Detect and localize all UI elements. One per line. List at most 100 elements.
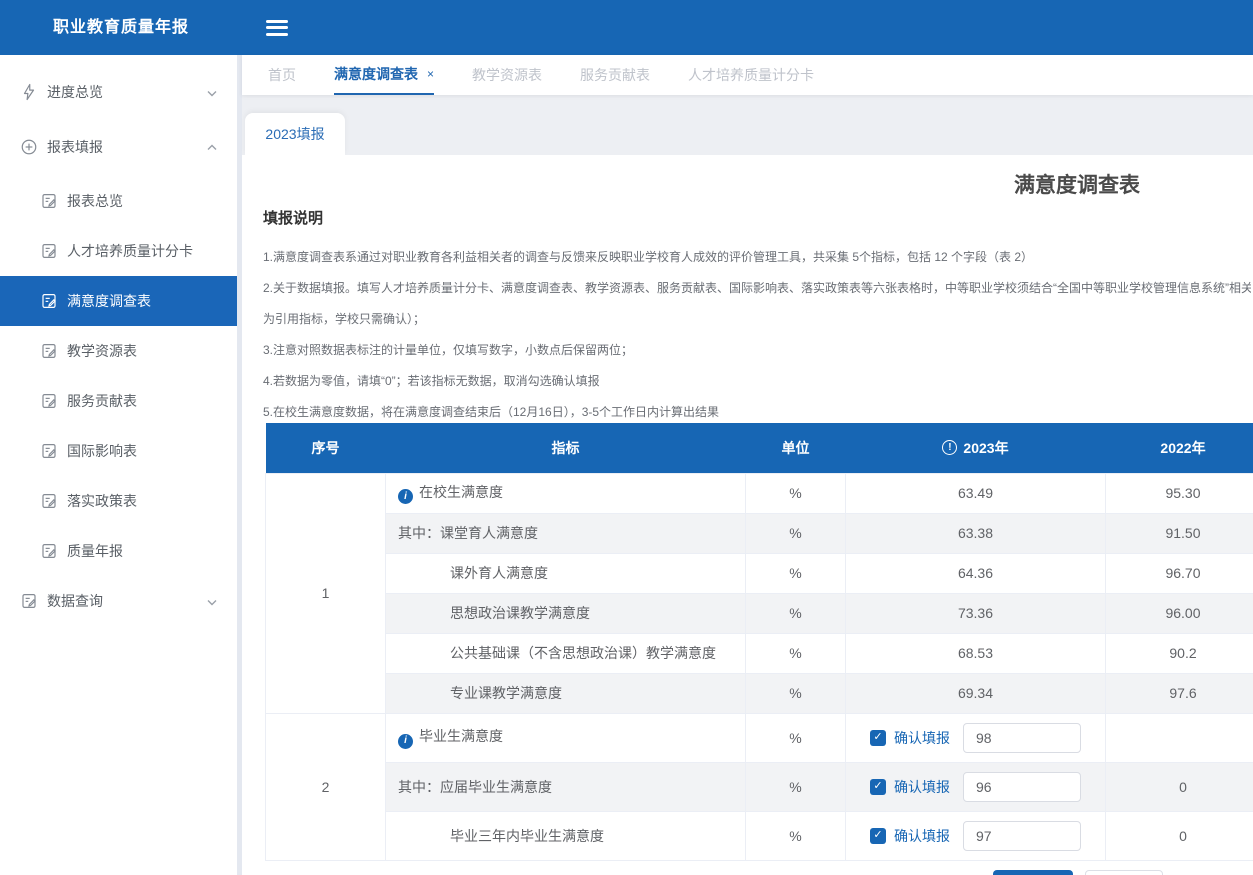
table-row: 专业课教学满意度 % 69.34 97.6 xyxy=(266,673,1253,713)
form-icon xyxy=(40,292,58,310)
sidebar-item-international-influence[interactable]: 国际影响表 xyxy=(0,426,242,476)
value-input[interactable] xyxy=(963,821,1081,851)
sidebar-item-policy-implementation[interactable]: 落实政策表 xyxy=(0,476,242,526)
form-icon xyxy=(40,342,58,360)
value-input[interactable] xyxy=(963,772,1081,802)
value-2023-cell: 69.34 xyxy=(846,673,1106,713)
table-row: 其中：课堂育人满意度 % 63.38 91.50 xyxy=(266,513,1253,553)
value-2023-cell: 63.49 xyxy=(846,473,1106,513)
close-icon[interactable]: × xyxy=(427,67,434,81)
table-row: 毕业三年内毕业生满意度 % 确认填报 0 xyxy=(266,811,1253,860)
value-2022-cell: 96.00 xyxy=(1106,593,1253,633)
unit-cell: % xyxy=(746,473,846,513)
unit-cell: % xyxy=(746,673,846,713)
indicator-cell: 毕业三年内毕业生满意度 xyxy=(386,811,746,860)
unit-cell: % xyxy=(746,713,846,762)
confirm-checkbox[interactable] xyxy=(870,730,886,746)
form-icon xyxy=(40,242,58,260)
unit-cell: % xyxy=(746,633,846,673)
confirm-label: 确认填报 xyxy=(894,826,950,846)
sidebar-item-label: 教学资源表 xyxy=(67,341,137,361)
form-icon xyxy=(40,492,58,510)
indicator-cell: 毕业生满意度 xyxy=(386,713,746,762)
table-row: 2 毕业生满意度 % 确认填报 xyxy=(266,713,1253,762)
chevron-up-icon xyxy=(206,141,218,153)
indicator-cell: 在校生满意度 xyxy=(386,473,746,513)
value-2022-cell: 97.6 xyxy=(1106,673,1253,713)
sidebar-item-teaching-resources[interactable]: 教学资源表 xyxy=(0,326,242,376)
sidebar-item-label: 进度总览 xyxy=(47,82,103,102)
page-title: 满意度调查表 xyxy=(1014,169,1140,199)
indicator-cell: 课外育人满意度 xyxy=(386,553,746,593)
submit-button[interactable] xyxy=(993,870,1073,875)
value-2023-cell: 68.53 xyxy=(846,633,1106,673)
unit-cell: % xyxy=(746,593,846,633)
col-header-indicator: 指标 xyxy=(386,423,746,473)
main-area: 首页 满意度调查表 × 教学资源表 服务贡献表 人才培养质量计分卡 2023填报… xyxy=(242,0,1253,875)
sidebar-item-label: 质量年报 xyxy=(67,541,123,561)
table-header-row: 序号 指标 单位 2023年 2022年 xyxy=(266,423,1253,473)
sidebar-item-progress-overview[interactable]: 进度总览 xyxy=(0,67,242,117)
app-title: 职业教育质量年报 xyxy=(0,0,242,55)
tab-service-contribution[interactable]: 服务贡献表 xyxy=(580,55,650,95)
col-header-2022: 2022年 xyxy=(1106,423,1253,473)
note-line: 4.若数据为零值，请填“0”；若该指标无数据，取消勾选确认填报 xyxy=(263,366,1251,397)
sidebar-item-label: 报表填报 xyxy=(47,137,103,157)
sidebar-item-quality-report[interactable]: 质量年报 xyxy=(0,526,242,576)
note-line: 为引用指标，学校只需确认）； xyxy=(263,304,1251,335)
sidebar-item-report-overview[interactable]: 报表总览 xyxy=(0,176,242,226)
note-line: 3.注意对照数据表标注的计量单位，仅填写数字，小数点后保留两位； xyxy=(263,335,1251,366)
value-2022-cell xyxy=(1106,713,1253,762)
tab-teaching-resources[interactable]: 教学资源表 xyxy=(472,55,542,95)
note-line: 1.满意度调查表系通过对职业教育各利益相关者的调查与反馈来反映职业学校育人成效的… xyxy=(263,242,1251,273)
form-icon xyxy=(40,192,58,210)
table-row: 其中：应届毕业生满意度 % 确认填报 0 xyxy=(266,762,1253,811)
col-header-unit: 单位 xyxy=(746,423,846,473)
confirm-label: 确认填报 xyxy=(894,777,950,797)
value-2023-cell: 64.36 xyxy=(846,553,1106,593)
note-line: 2.关于数据填报。填写人才培养质量计分卡、满意度调查表、教学资源表、服务贡献表、… xyxy=(263,273,1251,304)
form-icon xyxy=(40,542,58,560)
tab-home[interactable]: 首页 xyxy=(268,55,296,95)
info-icon[interactable] xyxy=(398,734,413,749)
sidebar-item-label: 满意度调查表 xyxy=(67,291,151,311)
content-panel: 满意度调查表 填报说明 1.满意度调查表系通过对职业教育各利益相关者的调查与反馈… xyxy=(242,155,1253,875)
tab-2023-filling[interactable]: 2023填报 xyxy=(245,113,345,155)
unit-cell: % xyxy=(746,762,846,811)
sidebar-item-label: 服务贡献表 xyxy=(67,391,137,411)
unit-cell: % xyxy=(746,513,846,553)
table-row: 思想政治课教学满意度 % 73.36 96.00 xyxy=(266,593,1253,633)
sidebar-item-data-query[interactable]: 数据查询 xyxy=(0,576,242,626)
cancel-button[interactable] xyxy=(1085,870,1163,875)
form-icon xyxy=(40,392,58,410)
confirm-label: 确认填报 xyxy=(894,728,950,748)
info-icon[interactable] xyxy=(398,489,413,504)
chevron-down-icon xyxy=(206,595,218,607)
tab-satisfaction-survey[interactable]: 满意度调查表 × xyxy=(334,55,434,95)
col-header-sn: 序号 xyxy=(266,423,386,473)
confirm-checkbox[interactable] xyxy=(870,828,886,844)
form-icon xyxy=(40,442,58,460)
unit-cell: % xyxy=(746,553,846,593)
unit-cell: % xyxy=(746,811,846,860)
value-2022-cell: 0 xyxy=(1106,762,1253,811)
sidebar-item-report-filling[interactable]: 报表填报 xyxy=(0,122,242,172)
sidebar-item-service-contribution[interactable]: 服务贡献表 xyxy=(0,376,242,426)
form-icon xyxy=(20,592,38,610)
sidebar-item-label: 落实政策表 xyxy=(67,491,137,511)
lightning-icon xyxy=(20,83,38,101)
satisfaction-table: 序号 指标 单位 2023年 2022年 1 在校生满意度 % 63.4 xyxy=(265,423,1253,861)
col-header-2023: 2023年 xyxy=(846,423,1106,473)
table-row: 公共基础课（不含思想政治课）教学满意度 % 68.53 90.2 xyxy=(266,633,1253,673)
sidebar-item-satisfaction-survey[interactable]: 满意度调查表 xyxy=(0,276,242,326)
sidebar-item-label: 人才培养质量计分卡 xyxy=(67,241,193,261)
confirm-checkbox[interactable] xyxy=(870,779,886,795)
tab-talent-scorecard[interactable]: 人才培养质量计分卡 xyxy=(688,55,814,95)
value-2023-cell: 63.38 xyxy=(846,513,1106,553)
sidebar-item-talent-scorecard[interactable]: 人才培养质量计分卡 xyxy=(0,226,242,276)
value-input[interactable] xyxy=(963,723,1081,753)
circle-plus-icon xyxy=(20,138,38,156)
sidebar-item-label: 国际影响表 xyxy=(67,441,137,461)
indicator-cell: 专业课教学满意度 xyxy=(386,673,746,713)
hamburger-menu-icon[interactable] xyxy=(266,20,288,36)
